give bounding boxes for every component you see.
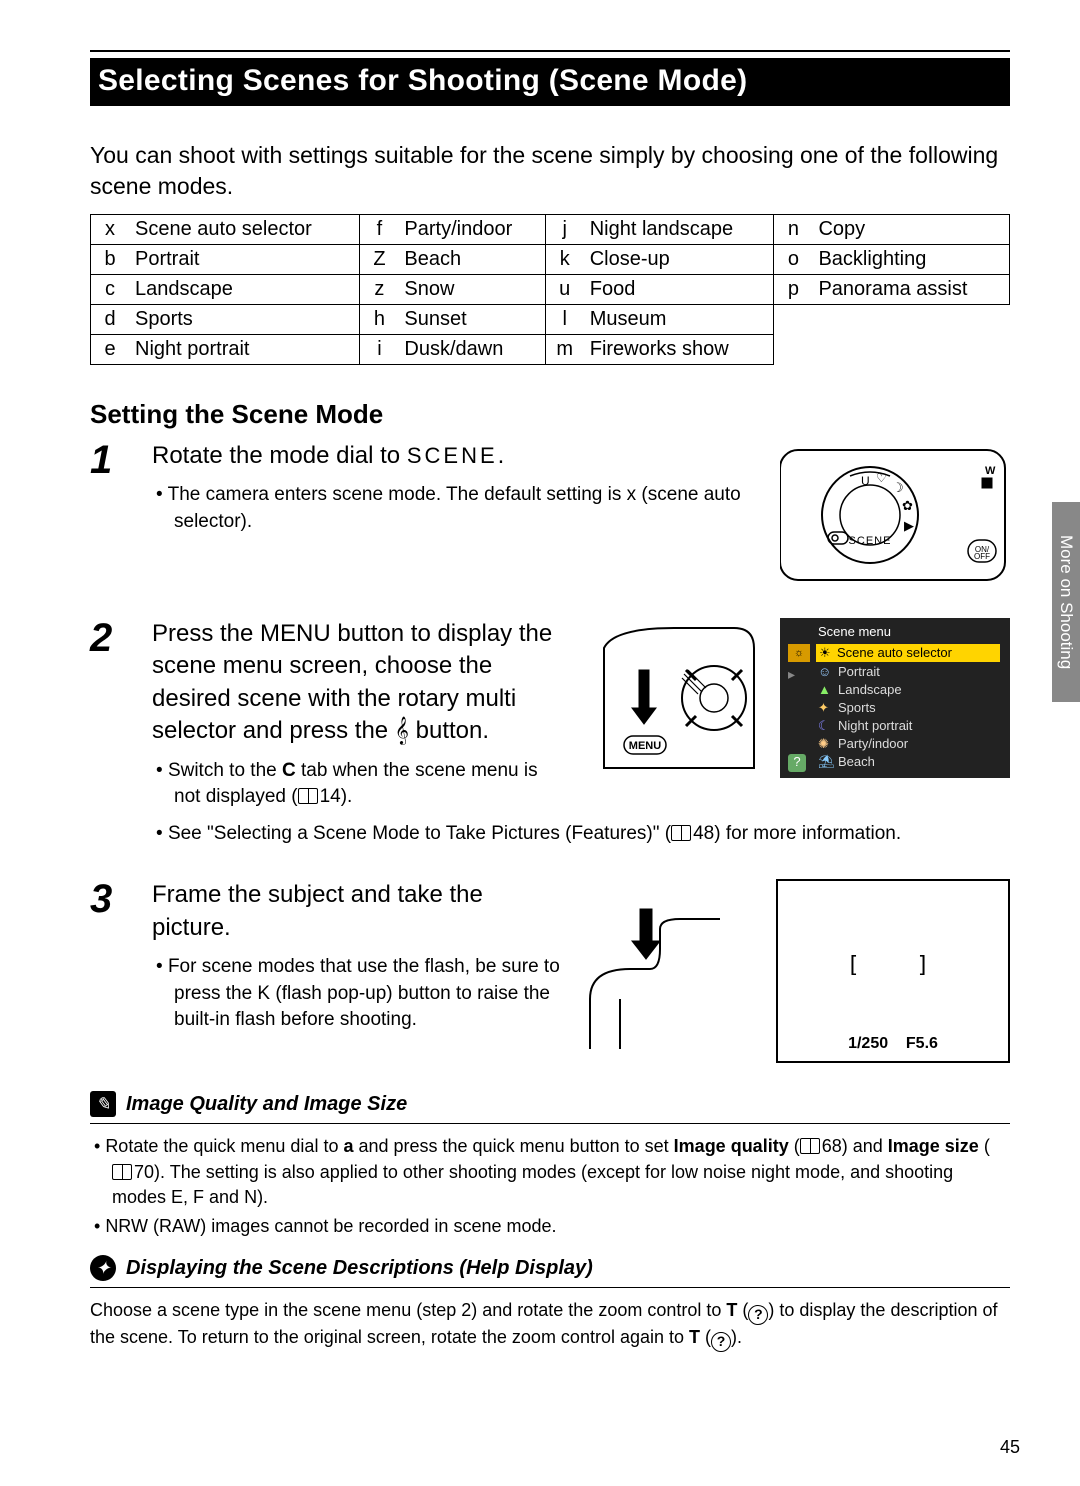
scene-name: Snow <box>398 275 545 305</box>
scene-name: Landscape <box>129 275 360 305</box>
scene-mode-table: xScene auto selectorfParty/indoorjNight … <box>90 214 1010 365</box>
subheading: Setting the Scene Mode <box>90 399 1010 430</box>
step-2-bullet-2: See "Selecting a Scene Mode to Take Pict… <box>152 821 1010 848</box>
shooting-preview-screen: [ ] 1/250 F5.6 <box>776 879 1010 1063</box>
scene-code: b <box>91 245 130 275</box>
shutter-press-illustration <box>580 879 760 1059</box>
scene-code: m <box>545 335 584 365</box>
svg-text:♡: ♡ <box>876 471 887 485</box>
svg-text:☽: ☽ <box>892 480 904 495</box>
svg-text:✿: ✿ <box>902 498 913 513</box>
scene-code: p <box>774 275 813 305</box>
svg-text:MENU: MENU <box>629 740 661 752</box>
note-1-bullet-2: NRW (RAW) images cannot be recorded in s… <box>90 1214 1010 1239</box>
scene-name: Sports <box>129 305 360 335</box>
camera-mode-dial-illustration: SCENE U ♡ ☽ ✿ ▶ ON/ OFF W <box>780 440 1010 590</box>
scene-name: Party/indoor <box>398 215 545 245</box>
page-number: 45 <box>1000 1437 1020 1458</box>
book-icon <box>800 1138 820 1154</box>
step-3-heading: Frame the subject and take the picture. <box>152 879 564 944</box>
note-1-bullet-1: Rotate the quick menu dial to a and pres… <box>90 1134 1010 1210</box>
note-image-quality: ✎ Image Quality and Image Size Rotate th… <box>90 1091 1010 1239</box>
note-1-title: Image Quality and Image Size <box>126 1093 407 1116</box>
help-icon: ? <box>711 1332 731 1352</box>
scene-code: h <box>360 305 399 335</box>
svg-text:OFF: OFF <box>974 552 990 561</box>
step-1: 1 Rotate the mode dial to SCENE. The cam… <box>90 440 1010 590</box>
scene-name: Dusk/dawn <box>398 335 545 365</box>
scene-code: o <box>774 245 813 275</box>
scene-code: e <box>91 335 130 365</box>
step-3-number: 3 <box>90 879 128 1063</box>
scene-name: Food <box>584 275 774 305</box>
scene-code: x <box>91 215 130 245</box>
scene-name: Panorama assist <box>812 275 1009 305</box>
lcd-menu-title: Scene menu <box>818 624 891 639</box>
step-3: 3 Frame the subject and take the picture… <box>90 879 1010 1063</box>
scene-name: Close-up <box>584 245 774 275</box>
bulb-icon: ✦ <box>90 1255 116 1281</box>
step-2: 2 Press the MENU button to display the s… <box>90 618 1010 851</box>
scene-code: u <box>545 275 584 305</box>
scene-name: Portrait <box>129 245 360 275</box>
step-2-bullet-1: Switch to the C tab when the scene menu … <box>152 758 568 811</box>
step-1-number: 1 <box>90 440 128 590</box>
scene-code: Z <box>360 245 399 275</box>
scene-name: Museum <box>584 305 774 335</box>
scene-name: Backlighting <box>812 245 1009 275</box>
scene-code: n <box>774 215 813 245</box>
scene-name: Beach <box>398 245 545 275</box>
svg-text:W: W <box>985 465 996 477</box>
step-1-heading: Rotate the mode dial to SCENE. <box>152 440 760 472</box>
scene-name: Scene auto selector <box>129 215 360 245</box>
book-icon <box>112 1164 132 1180</box>
book-icon <box>671 825 691 841</box>
scene-code: j <box>545 215 584 245</box>
step-2-number: 2 <box>90 618 128 851</box>
scene-code: d <box>91 305 130 335</box>
page-title: Selecting Scenes for Shooting (Scene Mod… <box>90 58 1010 106</box>
step-3-bullet-1: For scene modes that use the flash, be s… <box>152 954 564 1034</box>
scene-code: l <box>545 305 584 335</box>
svg-text:U: U <box>861 474 870 488</box>
scene-code: i <box>360 335 399 365</box>
note-2-title: Displaying the Scene Descriptions (Help … <box>126 1257 593 1280</box>
scene-code: k <box>545 245 584 275</box>
intro-text: You can shoot with settings suitable for… <box>90 140 1010 202</box>
svg-text:SCENE: SCENE <box>849 535 892 547</box>
scene-name: Copy <box>812 215 1009 245</box>
scene-code: c <box>91 275 130 305</box>
note-2-body: Choose a scene type in the scene menu (s… <box>90 1298 1010 1352</box>
help-icon: ? <box>748 1305 768 1325</box>
camera-menu-press-illustration: MENU <box>584 618 764 778</box>
pencil-icon: ✎ <box>90 1091 116 1117</box>
note-help-display: ✦ Displaying the Scene Descriptions (Hel… <box>90 1255 1010 1352</box>
scene-name: Night portrait <box>129 335 360 365</box>
scene-code: f <box>360 215 399 245</box>
scene-name: Sunset <box>398 305 545 335</box>
scene-name: Night landscape <box>584 215 774 245</box>
scene-name: Fireworks show <box>584 335 774 365</box>
step-2-heading: Press the MENU button to display the sce… <box>152 618 568 748</box>
svg-text:▶: ▶ <box>904 518 914 533</box>
book-icon <box>298 788 318 804</box>
scene-menu-lcd: Scene menu ☀Scene auto selector ☼ ▸ ? ☺P… <box>780 618 1010 778</box>
step-1-bullet-1: The camera enters scene mode. The defaul… <box>152 482 760 535</box>
scene-code: z <box>360 275 399 305</box>
section-tab: More on Shooting <box>1052 502 1080 702</box>
